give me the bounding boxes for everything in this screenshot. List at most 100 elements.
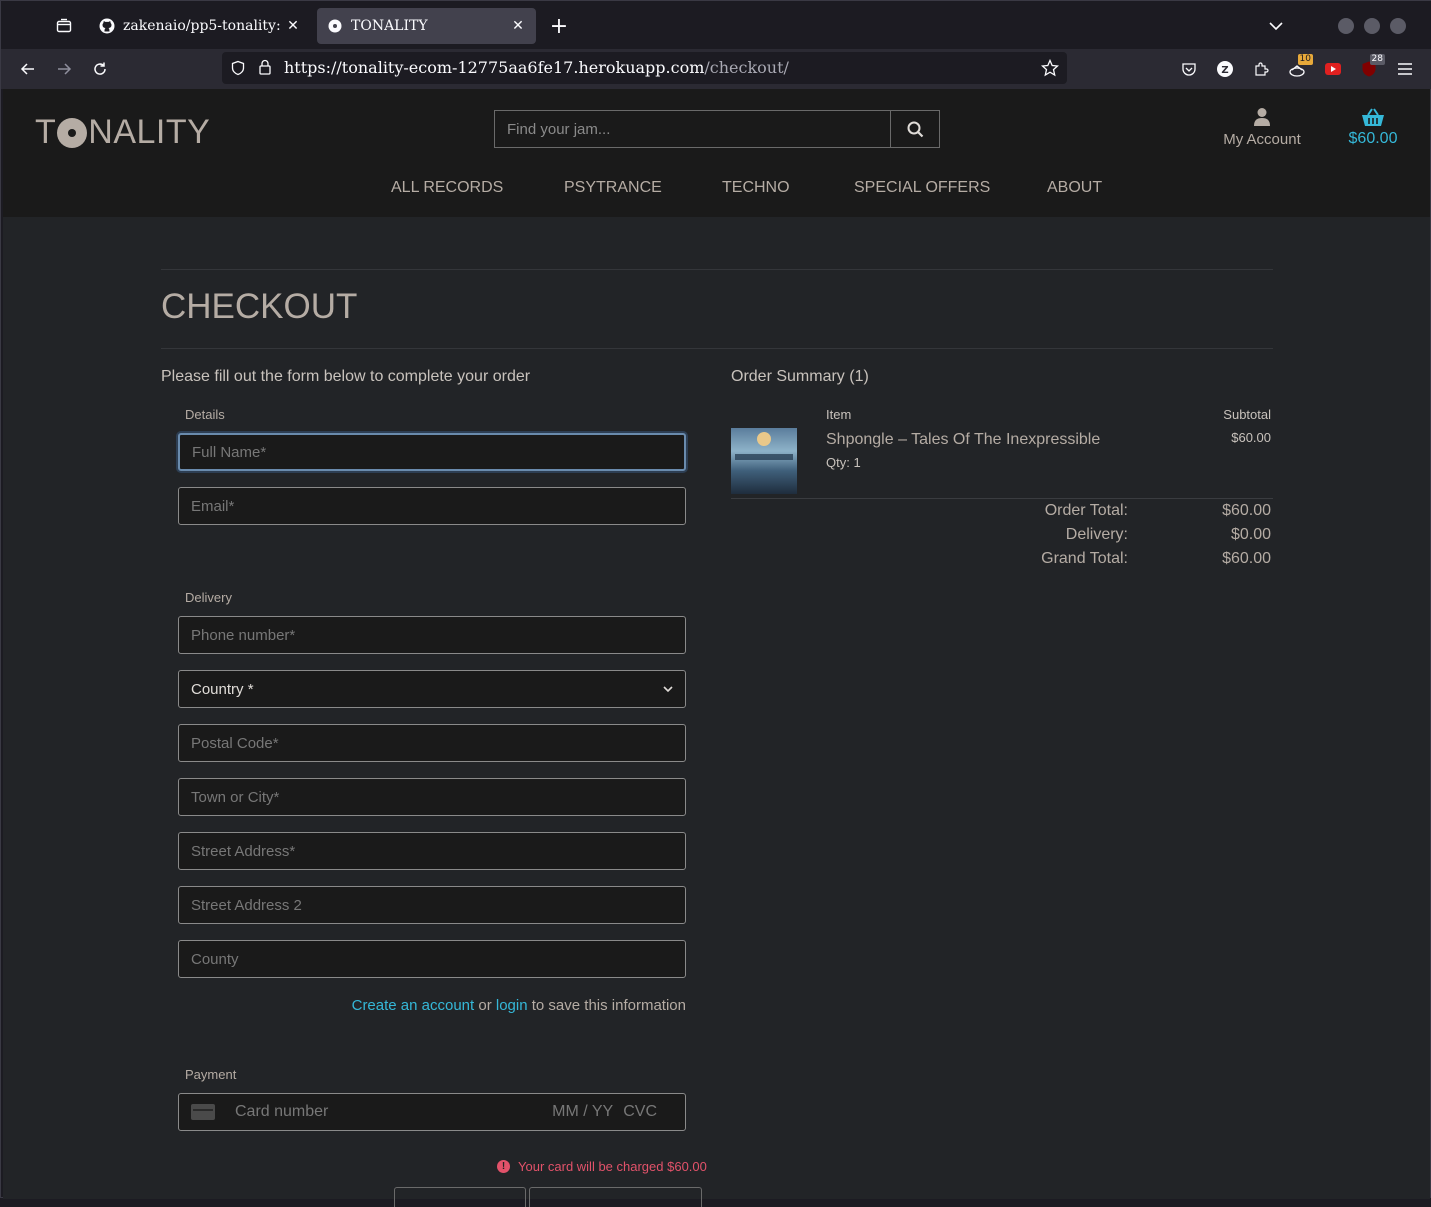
town-field[interactable] xyxy=(178,778,686,816)
reload-icon[interactable] xyxy=(87,57,113,81)
artwork-band xyxy=(735,454,793,460)
vinyl-logo-icon xyxy=(57,117,88,148)
tab-title: TONALITY xyxy=(351,18,428,34)
nav-about[interactable]: ABOUT xyxy=(1047,179,1102,197)
grand-total-value: $60.00 xyxy=(1222,550,1271,567)
minimize-button[interactable] xyxy=(1338,18,1354,34)
back-icon[interactable] xyxy=(15,57,41,81)
payment-legend: Payment xyxy=(185,1067,237,1082)
new-tab-icon[interactable]: + xyxy=(547,13,571,39)
delivery-value: $0.00 xyxy=(1230,526,1271,543)
search-form xyxy=(494,110,940,148)
zotero-icon[interactable]: Z xyxy=(1213,57,1237,81)
pocket-icon[interactable] xyxy=(1177,57,1201,81)
my-account-link[interactable]: My Account xyxy=(1217,107,1307,148)
account-label: My Account xyxy=(1223,131,1301,148)
youtube-icon[interactable] xyxy=(1321,57,1345,81)
tab-strip: zakenaio/pp5-tonality: E ✕ TONALITY ✕ + xyxy=(1,1,1431,49)
order-summary-title: Order Summary (1) xyxy=(731,368,869,385)
postcode-field[interactable] xyxy=(178,724,686,762)
checkout-page: CHECKOUT Please fill out the form below … xyxy=(3,217,1430,1207)
lock-icon[interactable] xyxy=(258,59,272,79)
country-select[interactable]: Country * xyxy=(178,670,686,708)
shield-icon[interactable] xyxy=(230,60,246,80)
url-text[interactable]: https://tonality-ecom-12775aa6fe17.herok… xyxy=(284,58,789,77)
site-header: T NALITY My Account $60.00 ALL RECORDS PS… xyxy=(3,89,1430,217)
search-input[interactable] xyxy=(494,110,890,148)
order-total-value: $60.00 xyxy=(1222,502,1271,519)
delivery-legend: Delivery xyxy=(185,590,232,605)
nav-psytrance[interactable]: PSYTRANCE xyxy=(564,179,662,197)
card-expiry-placeholder: MM / YY xyxy=(552,1103,614,1120)
or-text: or xyxy=(474,997,496,1014)
complete-order-button[interactable] xyxy=(529,1187,702,1207)
grand-total-label: Grand Total: xyxy=(1041,550,1128,567)
shopping-bag-link[interactable]: $60.00 xyxy=(1343,107,1403,148)
ublock-icon[interactable]: 28 xyxy=(1357,54,1385,81)
chevron-down-icon[interactable] xyxy=(1265,15,1287,37)
details-legend: Details xyxy=(185,407,225,422)
badge: 28 xyxy=(1369,54,1385,65)
item-subtotal: $60.00 xyxy=(1231,430,1271,445)
charge-text: Your card will be charged $60.00 xyxy=(518,1159,707,1174)
url-host: https://tonality-ecom-12775aa6fe17.herok… xyxy=(284,58,705,77)
close-window-button[interactable] xyxy=(1390,18,1406,34)
close-tab-icon[interactable]: ✕ xyxy=(285,18,301,34)
card-element[interactable]: Card number MM / YY CVC xyxy=(178,1093,686,1131)
url-bar[interactable]: https://tonality-ecom-12775aa6fe17.herok… xyxy=(222,52,1067,84)
basket-icon xyxy=(1343,107,1403,127)
hamburger-menu-icon[interactable] xyxy=(1393,57,1417,81)
vinyl-favicon-icon xyxy=(327,18,343,34)
maximize-button[interactable] xyxy=(1364,18,1380,34)
email-field[interactable] xyxy=(178,487,686,525)
tab-title: zakenaio/pp5-tonality: E xyxy=(123,18,285,34)
save-info-text: Create an account or login to save this … xyxy=(178,997,686,1014)
street-address1-field[interactable] xyxy=(178,832,686,870)
svg-text:Z: Z xyxy=(1221,65,1228,76)
divider xyxy=(161,269,1273,270)
album-thumbnail[interactable] xyxy=(731,428,797,494)
full-name-field[interactable] xyxy=(178,433,686,471)
tab-overview-icon[interactable] xyxy=(51,13,77,39)
chevron-down-icon xyxy=(663,685,673,692)
close-tab-icon[interactable]: ✕ xyxy=(510,18,526,34)
item-header: Item xyxy=(826,407,852,422)
site-logo[interactable]: T NALITY xyxy=(35,113,210,152)
adjust-bag-button[interactable] xyxy=(394,1187,526,1207)
county-field[interactable] xyxy=(178,940,686,978)
phone-field[interactable] xyxy=(178,616,686,654)
navigation-toolbar: https://tonality-ecom-12775aa6fe17.herok… xyxy=(1,49,1431,89)
credit-card-icon xyxy=(191,1104,215,1120)
browser-window: zakenaio/pp5-tonality: E ✕ TONALITY ✕ + xyxy=(0,0,1431,1207)
nav-techno[interactable]: TECHNO xyxy=(722,179,790,197)
bookmark-star-icon[interactable] xyxy=(1040,58,1060,81)
nav-all-records[interactable]: ALL RECORDS xyxy=(391,179,503,197)
create-account-link[interactable]: Create an account xyxy=(352,997,475,1014)
exclamation-circle-icon: ! xyxy=(497,1160,510,1173)
main-nav: ALL RECORDS PSYTRANCE TECHNO SPECIAL OFF… xyxy=(3,179,1430,199)
divider xyxy=(161,348,1273,349)
badge: 10 xyxy=(1297,54,1313,65)
form-lead-text: Please fill out the form below to comple… xyxy=(161,368,531,385)
download-helper-icon[interactable]: 10 xyxy=(1285,54,1313,81)
charge-notice: ! Your card will be charged $60.00 xyxy=(497,1159,707,1174)
user-icon xyxy=(1217,107,1307,127)
search-button[interactable] xyxy=(890,110,940,148)
extensions-puzzle-icon[interactable] xyxy=(1249,57,1273,81)
artwork-sun xyxy=(757,432,771,446)
logo-text-start: T xyxy=(35,113,57,151)
card-number-placeholder: Card number xyxy=(235,1103,329,1120)
delivery-label: Delivery: xyxy=(1065,526,1128,543)
tab-tonality[interactable]: TONALITY ✕ xyxy=(317,8,536,44)
street-address2-field[interactable] xyxy=(178,886,686,924)
tab-github[interactable]: zakenaio/pp5-tonality: E ✕ xyxy=(89,8,311,44)
url-path: /checkout/ xyxy=(704,58,789,77)
country-value: Country * xyxy=(191,680,254,698)
divider xyxy=(731,498,1273,499)
search-icon xyxy=(907,121,923,137)
nav-special-offers[interactable]: SPECIAL OFFERS xyxy=(854,179,990,197)
order-total-label: Order Total: xyxy=(1044,502,1128,519)
login-link[interactable]: login xyxy=(496,997,528,1014)
save-info-suffix: to save this information xyxy=(527,997,686,1014)
forward-icon[interactable] xyxy=(51,57,77,81)
